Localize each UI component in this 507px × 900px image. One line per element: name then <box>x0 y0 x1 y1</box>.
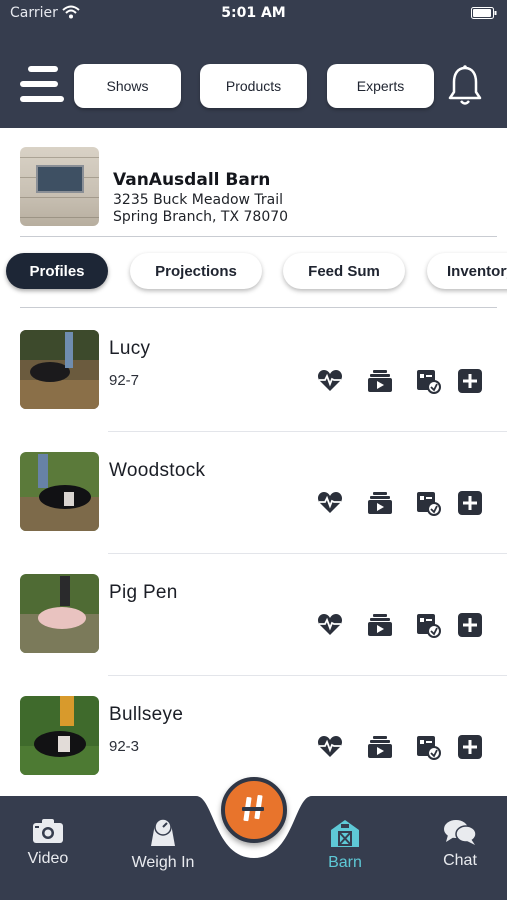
bell-icon[interactable] <box>446 64 484 108</box>
chat-bubbles-icon <box>444 820 477 845</box>
barn-name: VanAusdall Barn <box>113 170 271 190</box>
battery-icon <box>471 7 497 19</box>
animal-photo <box>20 330 99 409</box>
feed-log-icon[interactable] <box>415 612 441 638</box>
heart-pulse-icon[interactable] <box>317 490 343 516</box>
tab-inventory[interactable]: Inventory <box>427 253 507 289</box>
media-stack-icon[interactable] <box>367 368 393 394</box>
nav-chat-label: Chat <box>443 852 477 869</box>
row-divider <box>108 431 507 432</box>
app-header: Carrier 5:01 AM Shows Products Experts <box>0 0 507 128</box>
status-time: 5:01 AM <box>221 5 286 21</box>
animal-photo <box>20 696 99 775</box>
experts-button[interactable]: Experts <box>327 64 434 108</box>
divider <box>20 307 497 308</box>
heart-pulse-icon[interactable] <box>317 612 343 638</box>
row-divider <box>108 675 507 676</box>
tab-profiles[interactable]: Profiles <box>6 253 108 289</box>
barn-icon <box>331 820 359 847</box>
list-item[interactable]: Woodstock <box>0 452 507 532</box>
status-bar: Carrier 5:01 AM <box>0 0 507 30</box>
feed-log-icon[interactable] <box>415 368 441 394</box>
nav-weigh-in[interactable]: Weigh In <box>118 818 208 878</box>
hamburger-menu-icon[interactable] <box>20 66 66 106</box>
nav-video[interactable]: Video <box>3 818 93 878</box>
animal-photo <box>20 574 99 653</box>
add-icon[interactable] <box>457 490 483 516</box>
animal-photo <box>20 452 99 531</box>
shows-button[interactable]: Shows <box>74 64 181 108</box>
nav-barn[interactable]: Barn <box>300 818 390 878</box>
media-stack-icon[interactable] <box>367 612 393 638</box>
nav-chat[interactable]: Chat <box>415 818 505 878</box>
heart-pulse-icon[interactable] <box>317 368 343 394</box>
barn-address-line1: 3235 Buck Meadow Trail <box>113 192 284 208</box>
barn-photo <box>20 147 99 226</box>
animal-tag: 92-7 <box>109 372 140 389</box>
divider <box>20 236 497 237</box>
add-icon[interactable] <box>457 612 483 638</box>
list-item[interactable]: Pig Pen <box>0 574 507 654</box>
products-button[interactable]: Products <box>200 64 307 108</box>
nav-video-label: Video <box>27 850 69 867</box>
camera-icon <box>33 819 63 843</box>
list-item[interactable]: Bullseye 92-3 <box>0 696 507 776</box>
nav-weigh-in-label: Weigh In <box>131 854 195 871</box>
scale-icon <box>151 818 175 846</box>
barn-address: 3235 Buck Meadow Trail Spring Branch, TX… <box>113 192 288 226</box>
logo-icon <box>242 794 264 822</box>
tab-projections[interactable]: Projections <box>130 253 262 289</box>
animal-tag: 92-3 <box>109 738 140 755</box>
media-stack-icon[interactable] <box>367 490 393 516</box>
tab-feed-sum[interactable]: Feed Sum <box>283 253 405 289</box>
feed-log-icon[interactable] <box>415 490 441 516</box>
row-divider <box>108 553 507 554</box>
heart-pulse-icon[interactable] <box>317 734 343 760</box>
add-icon[interactable] <box>457 734 483 760</box>
center-action-button[interactable] <box>221 777 287 843</box>
nav-barn-label: Barn <box>328 854 362 871</box>
animal-name: Bullseye <box>109 704 184 725</box>
barn-address-line2: Spring Branch, TX 78070 <box>113 209 289 225</box>
feed-log-icon[interactable] <box>415 734 441 760</box>
media-stack-icon[interactable] <box>367 734 393 760</box>
list-item[interactable]: Lucy 92-7 <box>0 330 507 410</box>
add-icon[interactable] <box>457 368 483 394</box>
animal-name: Woodstock <box>109 460 206 481</box>
animal-name: Pig Pen <box>109 582 178 603</box>
animal-name: Lucy <box>109 338 151 359</box>
